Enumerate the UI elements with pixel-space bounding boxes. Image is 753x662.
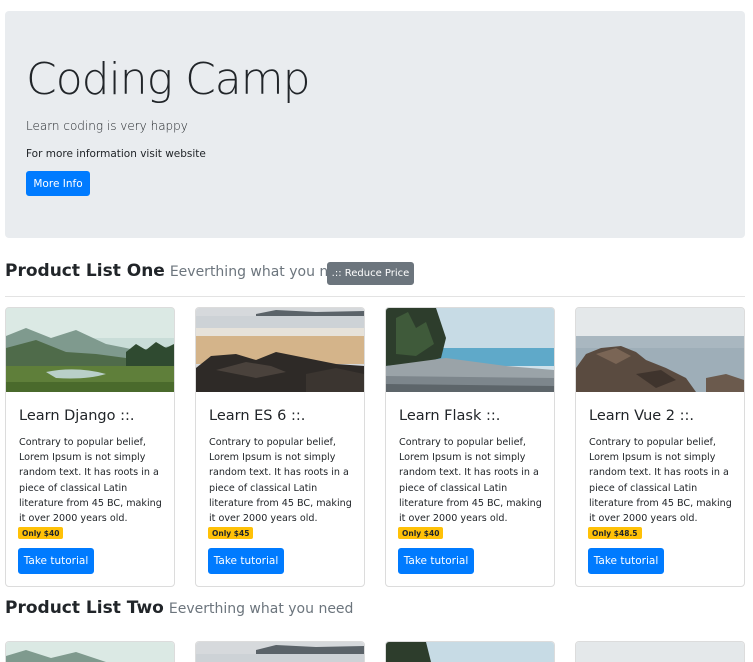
card-title: Learn Flask ::. bbox=[399, 408, 501, 424]
product-list-two-heading: Product List Two Eeverthing what you nee… bbox=[5, 598, 353, 618]
jumbotron-info: For more information visit website bbox=[26, 148, 206, 160]
card-image bbox=[576, 642, 744, 662]
price-badge: Only $45 bbox=[208, 527, 254, 539]
card-title: Learn Vue 2 ::. bbox=[589, 408, 695, 424]
card-image bbox=[6, 308, 174, 392]
take-tutorial-button[interactable]: Take tutorial bbox=[18, 548, 94, 574]
product-list-one-heading: Product List One Eeverthing what you nee… bbox=[5, 261, 354, 281]
section-title: Product List Two bbox=[5, 598, 164, 618]
price-badge: Only $40 bbox=[398, 527, 444, 539]
take-tutorial-button[interactable]: Take tutorial bbox=[588, 548, 664, 574]
product-card-partial bbox=[195, 641, 365, 662]
jumbotron-lead: Learn coding is very happy bbox=[26, 119, 188, 133]
reduce-price-button[interactable]: .:: Reduce Price bbox=[327, 262, 414, 285]
card-text: Contrary to popular belief, Lorem Ipsum … bbox=[399, 437, 542, 525]
product-card-flask: Learn Flask ::. Contrary to popular beli… bbox=[385, 307, 555, 587]
product-card-vue: Learn Vue 2 ::. Contrary to popular beli… bbox=[575, 307, 745, 587]
more-info-button[interactable]: More Info bbox=[26, 171, 90, 196]
product-card-partial bbox=[385, 641, 555, 662]
card-image bbox=[386, 642, 554, 662]
price-badge: Only $40 bbox=[18, 527, 64, 539]
card-text: Contrary to popular belief, Lorem Ipsum … bbox=[589, 437, 732, 525]
section-divider bbox=[5, 296, 745, 297]
card-image bbox=[576, 308, 744, 392]
card-text: Contrary to popular belief, Lorem Ipsum … bbox=[19, 437, 162, 525]
page-title: Coding Camp bbox=[26, 54, 311, 105]
card-title: Learn Django ::. bbox=[19, 408, 135, 424]
card-text: Contrary to popular belief, Lorem Ipsum … bbox=[209, 437, 352, 525]
card-image bbox=[6, 642, 174, 662]
card-image bbox=[386, 308, 554, 392]
product-card-partial bbox=[5, 641, 175, 662]
product-card-partial bbox=[575, 641, 745, 662]
card-image bbox=[196, 308, 364, 392]
card-image bbox=[196, 642, 364, 662]
card-title: Learn ES 6 ::. bbox=[209, 408, 306, 424]
product-card-es6: Learn ES 6 ::. Contrary to popular belie… bbox=[195, 307, 365, 587]
product-card-django: Learn Django ::. Contrary to popular bel… bbox=[5, 307, 175, 587]
price-badge: Only $48.5 bbox=[588, 527, 642, 539]
take-tutorial-button[interactable]: Take tutorial bbox=[208, 548, 284, 574]
jumbotron: Coding Camp Learn coding is very happy F… bbox=[5, 11, 745, 238]
take-tutorial-button[interactable]: Take tutorial bbox=[398, 548, 474, 574]
section-title: Product List One bbox=[5, 261, 165, 281]
section-subtitle: Eeverthing what you need bbox=[168, 601, 354, 617]
